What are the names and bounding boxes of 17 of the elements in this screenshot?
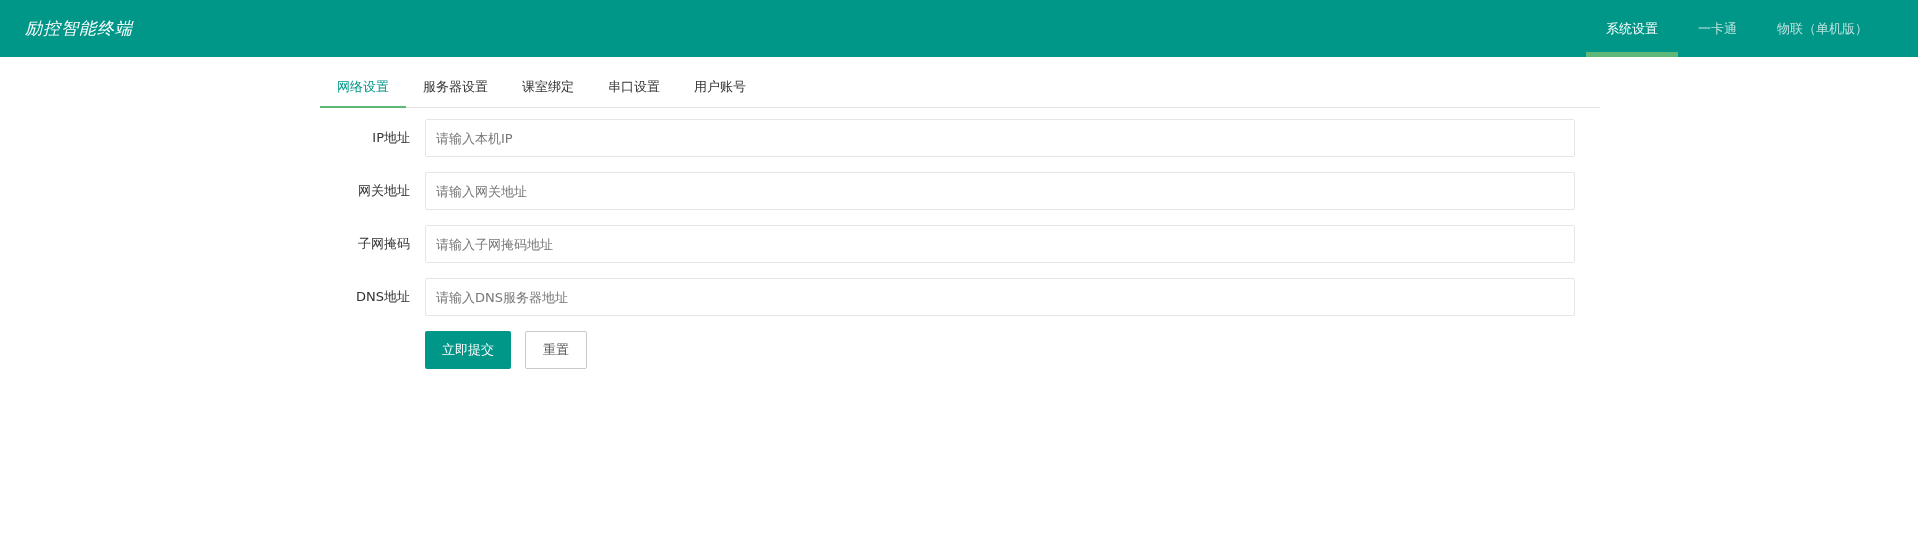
field-label: 网关地址: [357, 182, 411, 200]
tab[interactable]: 网络设置: [320, 70, 406, 108]
tab[interactable]: 服务器设置: [406, 70, 505, 108]
input-field[interactable]: 请输入DNS服务器地址: [425, 278, 1575, 316]
field-label: 子网掩码: [357, 235, 411, 253]
input-field[interactable]: 请输入子网掩码地址: [425, 225, 1575, 263]
reset-button[interactable]: 重置: [525, 331, 587, 369]
tab[interactable]: 串口设置: [591, 70, 677, 108]
input-field[interactable]: 请输入本机IP: [425, 119, 1575, 157]
field-label: DNS地址: [355, 288, 411, 306]
field-label: IP地址: [371, 129, 411, 147]
submit-button[interactable]: 立即提交: [425, 331, 511, 369]
input-field[interactable]: 请输入网关地址: [425, 172, 1575, 210]
tab[interactable]: 用户账号: [677, 70, 763, 108]
tab[interactable]: 课室绑定: [505, 70, 591, 108]
app-title: 励控智能终端: [25, 17, 133, 40]
nav-tab[interactable]: 系统设置: [1586, 0, 1678, 57]
